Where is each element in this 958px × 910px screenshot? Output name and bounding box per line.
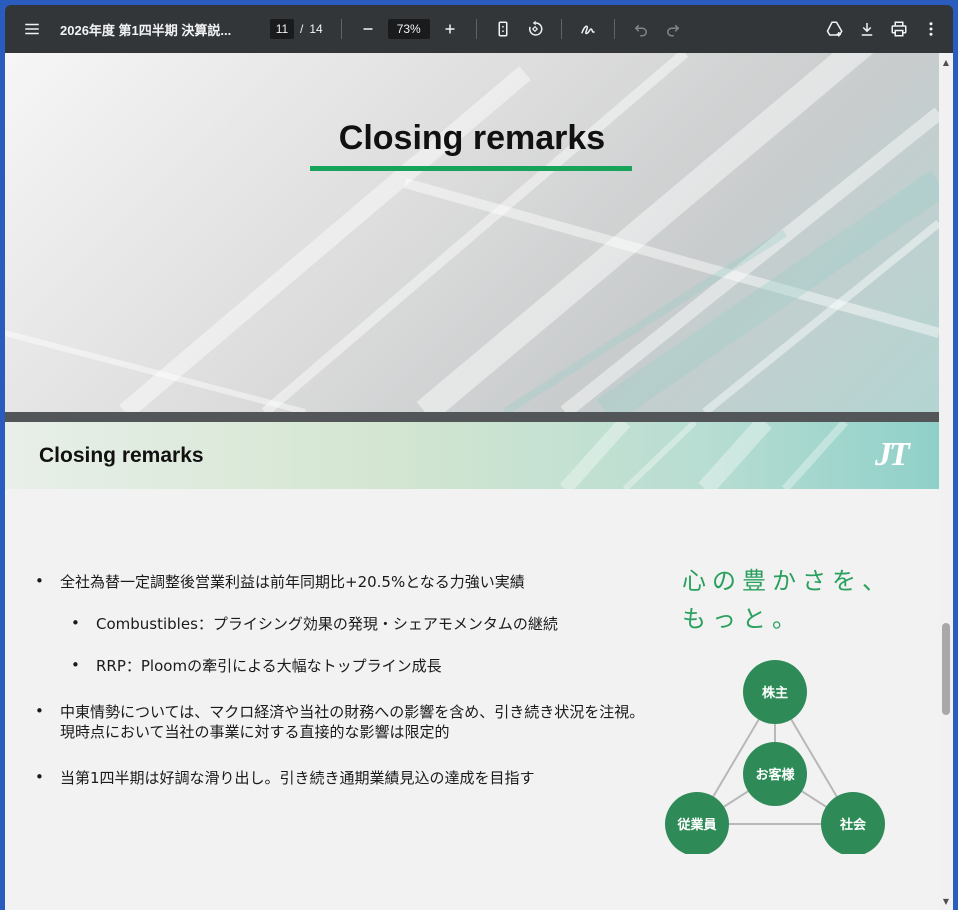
pdf-toolbar: 2026年度 第1四半期 決算説... 11 / 14 73% bbox=[5, 5, 953, 53]
slide-title: Closing remarks bbox=[39, 444, 204, 467]
scroll-up-arrow-icon[interactable]: ▲ bbox=[939, 55, 953, 69]
brand-slogan: 心の豊かさを、 もっと。 bbox=[682, 567, 892, 633]
toolbar-divider bbox=[475, 19, 477, 39]
rotate-icon[interactable] bbox=[519, 13, 551, 45]
node-label-left: 従業員 bbox=[676, 817, 716, 833]
background-stripes bbox=[5, 53, 939, 412]
menu-icon[interactable] bbox=[16, 13, 48, 45]
jt-logo: JT bbox=[875, 436, 910, 473]
redo-icon[interactable] bbox=[657, 13, 689, 45]
print-icon[interactable] bbox=[883, 13, 915, 45]
document-title: 2026年度 第1四半期 決算説... bbox=[60, 22, 232, 38]
page-separator: / bbox=[300, 22, 304, 36]
draw-icon[interactable] bbox=[572, 13, 604, 45]
vertical-scrollbar[interactable]: ▲ ▼ bbox=[939, 53, 953, 910]
node-label-right: 社会 bbox=[839, 817, 867, 833]
pages-container: Closing remarks Closing remarks JT • 全社為… bbox=[5, 53, 939, 910]
undo-icon[interactable] bbox=[625, 13, 657, 45]
slide-title: Closing remarks bbox=[338, 119, 606, 157]
scroll-down-arrow-icon[interactable]: ▼ bbox=[939, 894, 953, 908]
toolbar-divider bbox=[613, 19, 615, 39]
pdf-viewer: 2026年度 第1四半期 決算説... 11 / 14 73% Closing … bbox=[5, 5, 953, 910]
title-underline bbox=[310, 166, 632, 171]
zoom-out-icon[interactable] bbox=[352, 13, 384, 45]
zoom-level-input[interactable]: 73% bbox=[387, 19, 430, 39]
drive-save-icon[interactable] bbox=[819, 13, 851, 45]
node-label-center: お客様 bbox=[755, 767, 795, 783]
toolbar-divider bbox=[340, 19, 342, 39]
zoom-in-icon[interactable] bbox=[434, 13, 466, 45]
stakeholder-diagram: 株主 お客様 従業員 社会 bbox=[665, 660, 885, 854]
download-icon[interactable] bbox=[851, 13, 883, 45]
slide-page-10: Closing remarks bbox=[5, 53, 939, 412]
node-label-top: 株主 bbox=[762, 685, 788, 701]
total-pages: 14 bbox=[309, 22, 323, 36]
more-options-icon[interactable] bbox=[915, 13, 947, 45]
slide-header: Closing remarks JT bbox=[5, 422, 939, 489]
scrollbar-thumb[interactable] bbox=[942, 623, 950, 715]
current-page-input[interactable]: 11 bbox=[270, 19, 294, 39]
slide-page-11: Closing remarks JT • 全社為替一定調整後営業利益は前年同期比… bbox=[5, 422, 939, 910]
fit-page-icon[interactable] bbox=[487, 13, 519, 45]
toolbar-divider bbox=[560, 19, 562, 39]
